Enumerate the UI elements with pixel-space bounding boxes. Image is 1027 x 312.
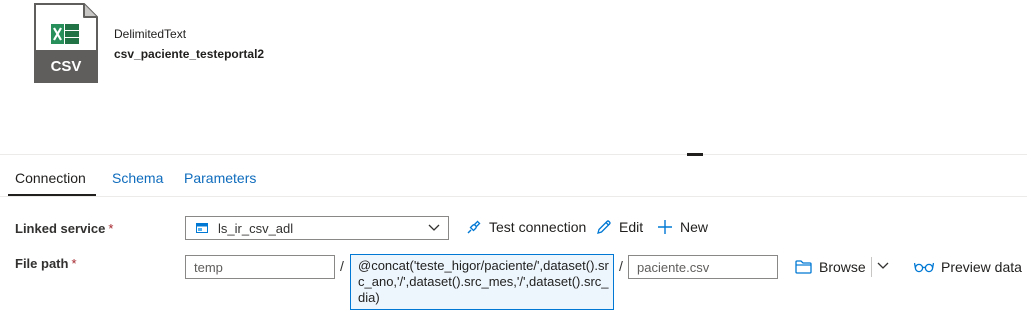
- path-separator: /: [340, 258, 344, 274]
- edit-button[interactable]: Edit: [596, 216, 643, 238]
- storage-icon: [196, 223, 208, 233]
- header-divider: [0, 154, 1027, 155]
- plug-icon: [467, 220, 481, 233]
- test-connection-button[interactable]: Test connection: [465, 216, 586, 238]
- directory-expression-input[interactable]: @concat('teste_higor/paciente/',dataset(…: [350, 254, 614, 310]
- dataset-type: DelimitedText: [114, 27, 187, 41]
- panel-resize-handle[interactable]: [687, 153, 703, 156]
- required-marker: *: [108, 221, 114, 236]
- browse-label: Browse: [819, 259, 866, 275]
- csv-icon-label: CSV: [51, 58, 82, 75]
- preview-data-label: Preview data: [941, 259, 1022, 275]
- container-input[interactable]: temp: [185, 255, 335, 279]
- linked-service-value: ls_ir_csv_adl: [218, 221, 294, 236]
- linked-service-label: Linked service *: [15, 221, 113, 236]
- tab-schema[interactable]: Schema: [112, 170, 163, 186]
- file-path-label-text: File path: [15, 256, 69, 271]
- browse-button[interactable]: Browse: [795, 256, 866, 278]
- preview-data-button[interactable]: Preview data: [914, 256, 1022, 278]
- glasses-icon: [914, 262, 934, 273]
- new-label: New: [680, 219, 709, 235]
- required-marker: *: [71, 256, 77, 271]
- csv-file-icon: CSV: [34, 3, 98, 83]
- tab-connection[interactable]: Connection: [15, 170, 86, 186]
- linked-service-dropdown[interactable]: ls_ir_csv_adl: [185, 216, 449, 240]
- chevron-down-icon[interactable]: [877, 262, 889, 270]
- browse-split-divider: [871, 257, 872, 277]
- tab-parameters[interactable]: Parameters: [184, 170, 256, 186]
- path-separator: /: [619, 258, 623, 274]
- folder-icon: [795, 260, 812, 274]
- pencil-icon: [597, 220, 611, 234]
- file-name-input[interactable]: paciente.csv: [628, 255, 778, 279]
- tabs-divider: [0, 196, 1027, 197]
- edit-label: Edit: [619, 219, 644, 235]
- plus-icon: [658, 220, 672, 234]
- chevron-down-icon: [428, 224, 440, 231]
- file-path-label: File path *: [15, 256, 77, 271]
- linked-service-label-text: Linked service: [15, 221, 106, 236]
- test-connection-label: Test connection: [489, 219, 587, 235]
- new-button[interactable]: New: [657, 216, 708, 238]
- dataset-name: csv_paciente_testeportal2: [114, 47, 265, 61]
